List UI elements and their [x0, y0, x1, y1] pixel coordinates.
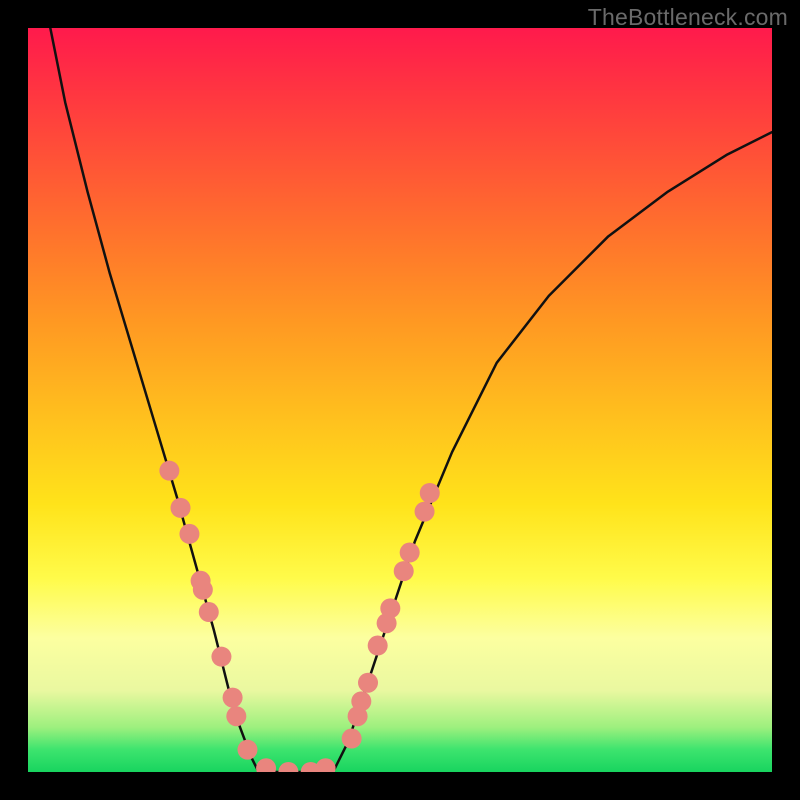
marker-point [171, 498, 191, 518]
bottleneck-curve [50, 28, 772, 772]
chart-svg [28, 28, 772, 772]
chart-outer-frame: TheBottleneck.com [0, 0, 800, 800]
marker-point [415, 502, 435, 522]
marker-point [237, 740, 257, 760]
marker-point [351, 691, 371, 711]
marker-point [380, 598, 400, 618]
chart-gradient-frame [28, 28, 772, 772]
marker-group [159, 461, 439, 772]
marker-point [179, 524, 199, 544]
marker-point [191, 571, 211, 591]
watermark-label: TheBottleneck.com [588, 4, 788, 31]
marker-point [223, 688, 243, 708]
marker-point [316, 758, 336, 772]
marker-point [400, 543, 420, 563]
marker-point [226, 706, 246, 726]
marker-point [342, 729, 362, 749]
curve-group [50, 28, 772, 772]
marker-point [394, 561, 414, 581]
marker-point [199, 602, 219, 622]
marker-point [368, 636, 388, 656]
marker-point [278, 762, 298, 772]
marker-point [420, 483, 440, 503]
marker-point [211, 647, 231, 667]
marker-point [159, 461, 179, 481]
marker-point [256, 758, 276, 772]
marker-point [358, 673, 378, 693]
